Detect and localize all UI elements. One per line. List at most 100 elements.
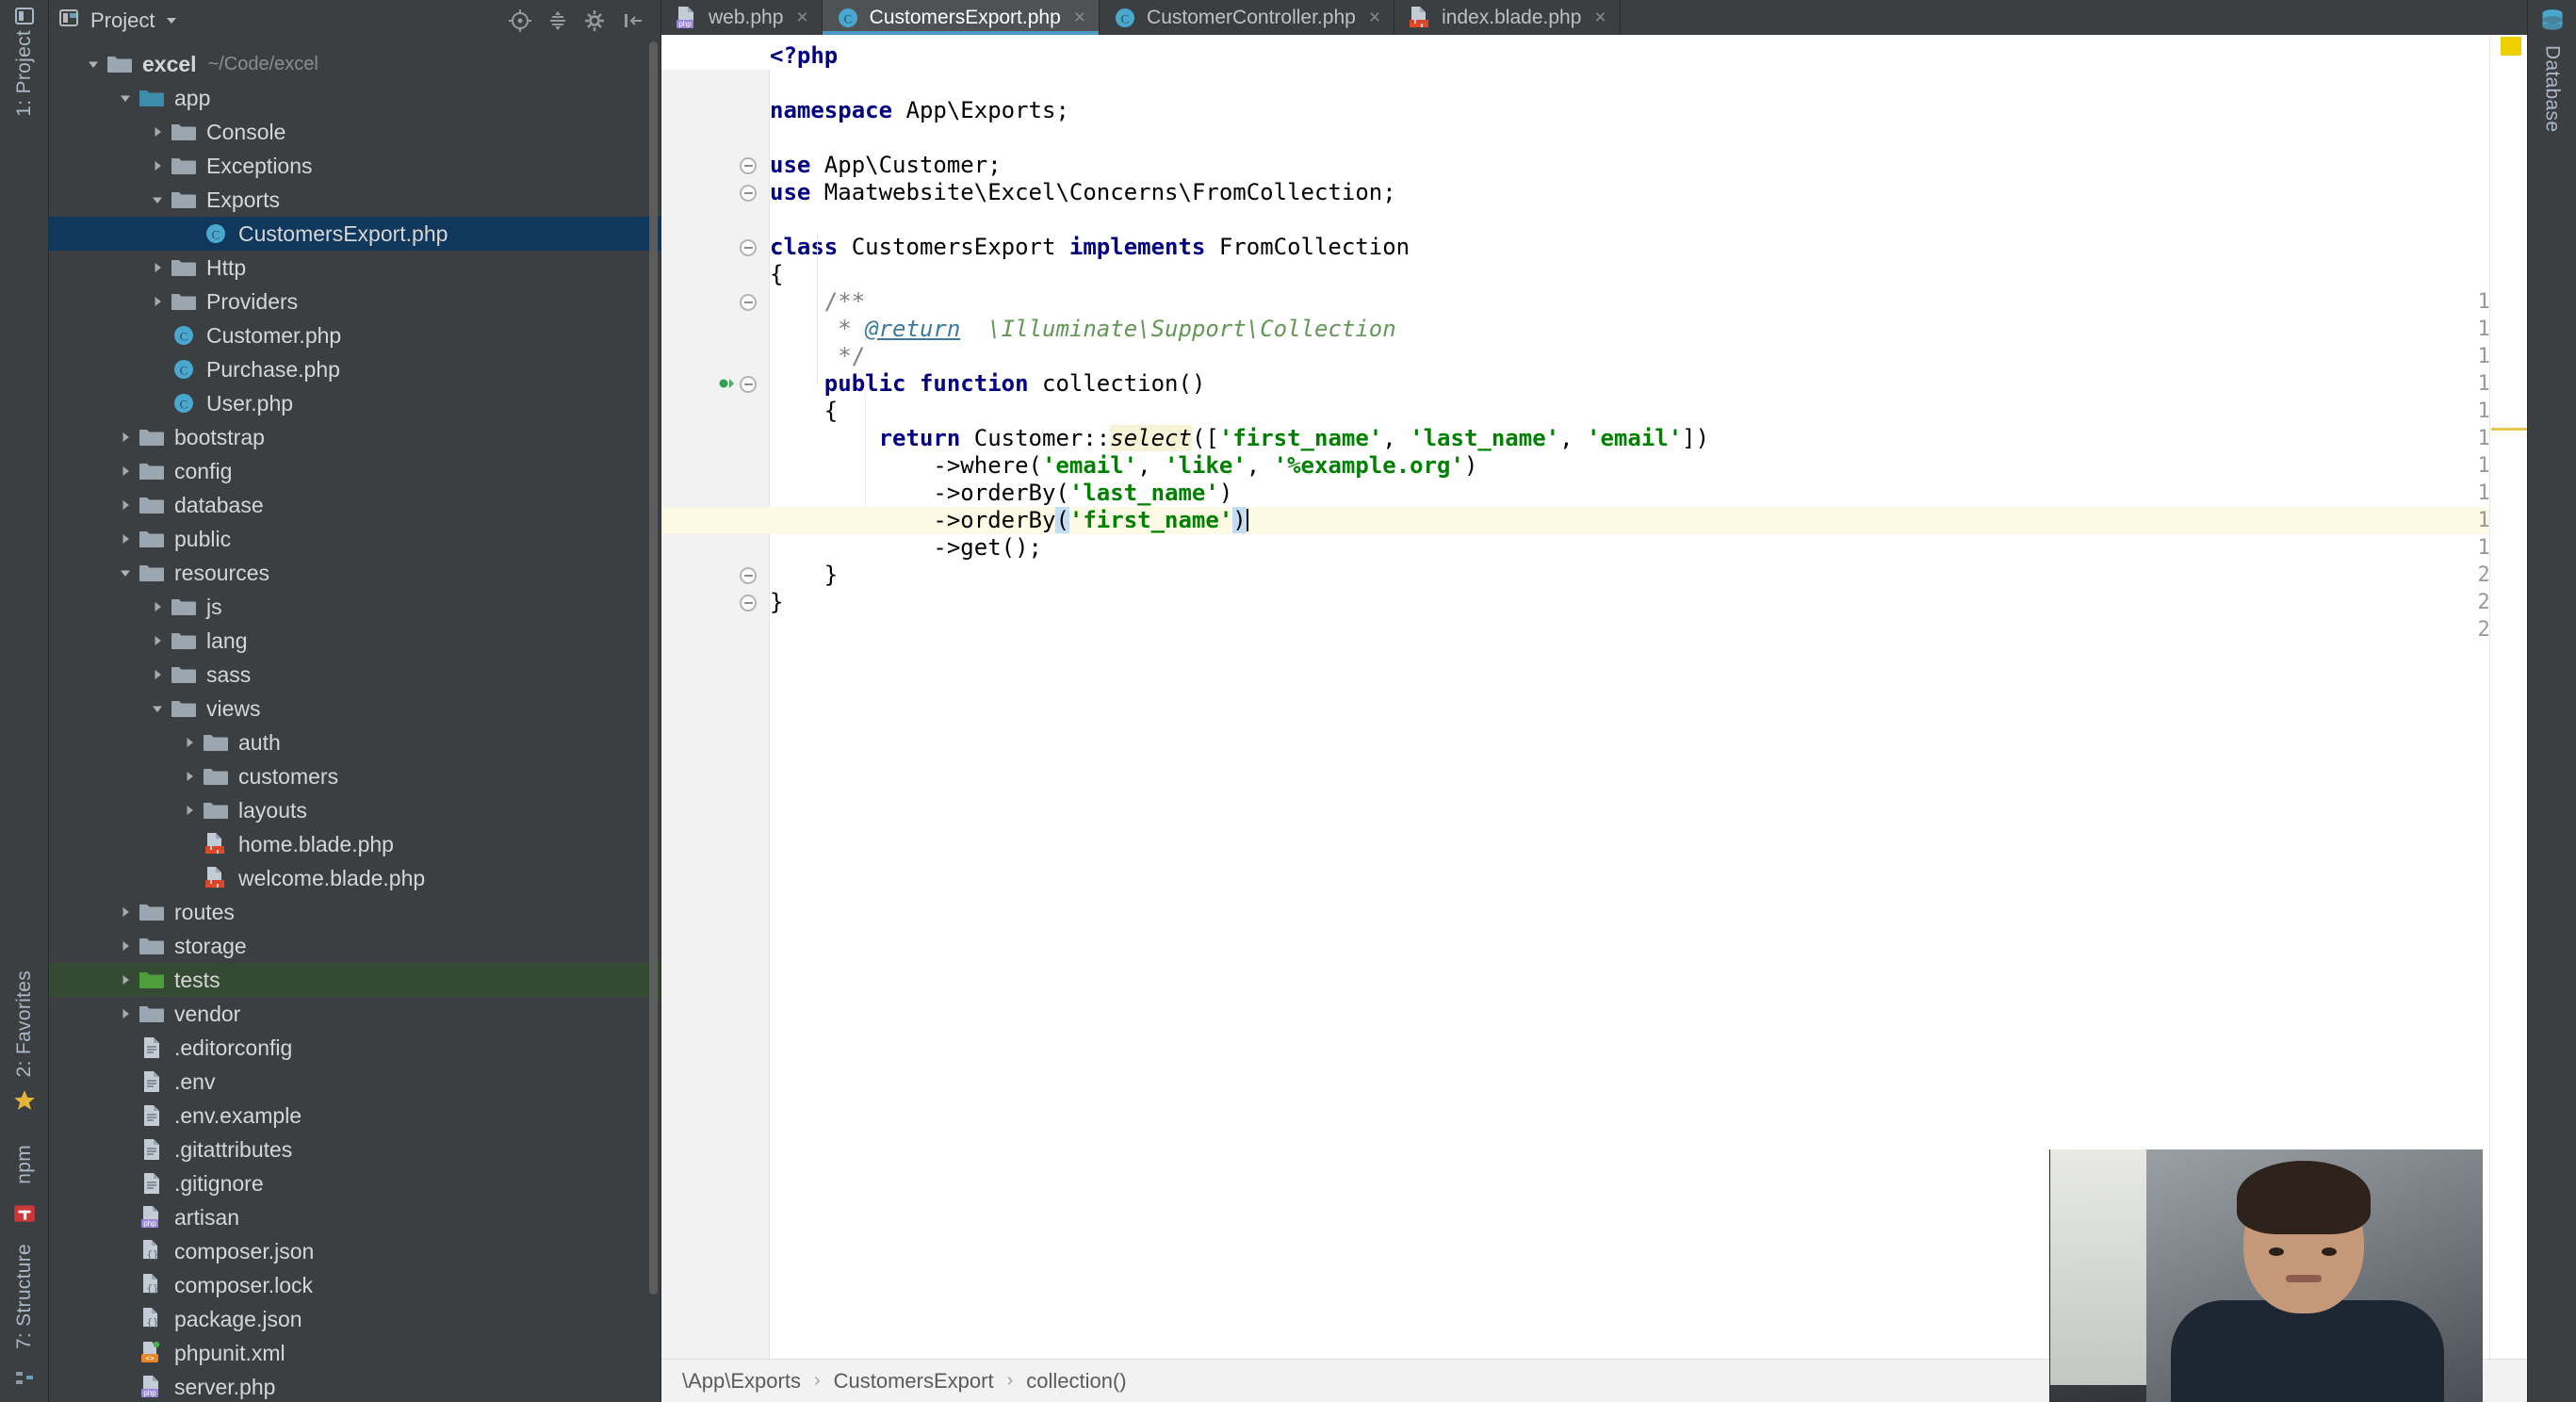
locate-icon[interactable] (508, 8, 532, 33)
tree-item-app[interactable]: app (49, 81, 660, 115)
code-line[interactable]: ->get(); (770, 534, 2527, 562)
tree-item-excel[interactable]: excel ~/Code/excel (49, 47, 660, 81)
chevron-right-icon[interactable] (145, 633, 170, 648)
tree-item-auth[interactable]: auth (49, 725, 660, 759)
tree-item-composer-lock[interactable]: {} composer.lock (49, 1268, 660, 1302)
fold-toggle-icon[interactable] (735, 589, 761, 616)
code-line[interactable]: { (770, 261, 2527, 288)
tree-item-console[interactable]: Console (49, 115, 660, 149)
tree-item-env[interactable]: .env (49, 1065, 660, 1099)
code-line[interactable]: } (770, 562, 2527, 589)
breadcrumb-item[interactable]: collection() (1026, 1369, 1126, 1394)
tree-item-http[interactable]: Http (49, 251, 660, 285)
chevron-right-icon[interactable] (177, 769, 202, 784)
chevron-right-icon[interactable] (145, 124, 170, 139)
fold-toggle-icon[interactable] (735, 179, 761, 206)
code-line[interactable] (770, 70, 2527, 97)
close-icon[interactable]: × (796, 7, 807, 29)
gear-icon[interactable] (583, 8, 608, 33)
chevron-down-icon[interactable] (145, 701, 170, 716)
tree-item-routes[interactable]: routes (49, 895, 660, 929)
code-line[interactable]: public function collection() (770, 370, 2527, 398)
code-line[interactable]: <?php (770, 42, 2527, 70)
breadcrumb-item[interactable]: CustomersExport (834, 1369, 994, 1394)
inspection-stripe[interactable] (2489, 35, 2527, 1359)
tree-item-config[interactable]: config (49, 454, 660, 488)
editor-tab-index-blade-php[interactable]: index.blade.php × (1394, 0, 1621, 35)
close-icon[interactable]: × (1594, 7, 1606, 29)
chevron-right-icon[interactable] (177, 803, 202, 818)
tree-item-gitignore[interactable]: .gitignore (49, 1166, 660, 1200)
inspection-marker-caret[interactable] (2491, 428, 2527, 431)
tree-item-gitattributes[interactable]: .gitattributes (49, 1133, 660, 1166)
fold-toggle-icon[interactable] (735, 152, 761, 179)
editor-tab-bar[interactable]: php web.php × C CustomersExport.php × C Custome… (661, 0, 2527, 35)
tree-item-customer-php[interactable]: C Customer.php (49, 318, 660, 352)
code-line[interactable]: { (770, 398, 2527, 425)
tree-item-storage[interactable]: storage (49, 929, 660, 963)
tree-item-purchase-php[interactable]: C Purchase.php (49, 352, 660, 386)
line-number-gutter[interactable] (661, 70, 770, 1359)
project-file-tree[interactable]: excel ~/Code/excel app Console Exceptions Exp… (49, 41, 660, 1402)
tree-item-providers[interactable]: Providers (49, 285, 660, 318)
tree-item-public[interactable]: public (49, 522, 660, 556)
chevron-down-icon[interactable] (145, 192, 170, 207)
inspection-marker-warning[interactable] (2501, 37, 2521, 56)
tree-item-editorconfig[interactable]: .editorconfig (49, 1031, 660, 1065)
implementation-marker-icon[interactable] (718, 374, 737, 393)
code-line[interactable]: /** (770, 288, 2527, 316)
sidebar-item-favorites[interactable]: 2: Favorites (13, 970, 36, 1077)
tree-item-resources[interactable]: resources (49, 556, 660, 590)
chevron-right-icon[interactable] (113, 464, 138, 479)
sidebar-item-database[interactable]: Database (2541, 45, 2564, 132)
chevron-right-icon[interactable] (177, 735, 202, 750)
code-line[interactable] (770, 206, 2527, 234)
fold-toggle-icon[interactable] (735, 288, 761, 316)
code-line[interactable]: } (770, 589, 2527, 616)
chevron-right-icon[interactable] (145, 158, 170, 173)
chevron-down-icon[interactable] (113, 90, 138, 106)
collapse-all-icon[interactable] (546, 8, 570, 33)
tree-item-views[interactable]: views (49, 692, 660, 725)
chevron-down-icon[interactable] (113, 565, 138, 580)
chevron-down-icon[interactable] (164, 8, 179, 33)
sidebar-item-structure[interactable]: 7: Structure (13, 1244, 36, 1349)
sidebar-item-npm[interactable]: npm (13, 1145, 36, 1184)
tree-item-layouts[interactable]: layouts (49, 793, 660, 827)
tree-item-exceptions[interactable]: Exceptions (49, 149, 660, 183)
tree-item-bootstrap[interactable]: bootstrap (49, 420, 660, 454)
fold-toggle-icon[interactable] (735, 562, 761, 589)
close-icon[interactable]: × (1369, 7, 1380, 29)
code-line[interactable]: * @return \Illuminate\Support\Collection (770, 316, 2527, 343)
tree-item-lang[interactable]: lang (49, 624, 660, 658)
code-line[interactable]: namespace App\Exports; (770, 97, 2527, 124)
chevron-right-icon[interactable] (145, 599, 170, 614)
fold-toggle-icon[interactable] (735, 370, 761, 398)
tree-item-home-blade-php[interactable]: home.blade.php (49, 827, 660, 861)
code-line[interactable]: use Maatwebsite\Excel\Concerns\FromColle… (770, 179, 2527, 206)
code-line[interactable]: use App\Customer; (770, 152, 2527, 179)
code-line[interactable]: ->orderBy('first_name') (770, 507, 2527, 534)
tree-item-server-php[interactable]: php server.php (49, 1370, 660, 1402)
code-line[interactable]: ->orderBy('last_name') (770, 480, 2527, 507)
chevron-right-icon[interactable] (113, 531, 138, 546)
editor-tab-web-php[interactable]: php web.php × (661, 0, 823, 35)
chevron-right-icon[interactable] (145, 294, 170, 309)
breadcrumb-item[interactable]: \App\Exports (682, 1369, 801, 1394)
tree-item-vendor[interactable]: vendor (49, 997, 660, 1031)
sidebar-item-project[interactable]: 1: Project (13, 30, 36, 117)
code-line[interactable]: return Customer::select(['first_name', '… (770, 425, 2527, 452)
tree-item-env-example[interactable]: .env.example (49, 1099, 660, 1133)
tree-item-artisan[interactable]: php artisan (49, 1200, 660, 1234)
code-line[interactable]: ->where('email', 'like', '%example.org') (770, 452, 2527, 480)
editor-tab-customersexport-php[interactable]: C CustomersExport.php × (822, 0, 1101, 35)
code-line[interactable]: class CustomersExport implements FromCol… (770, 234, 2527, 261)
chevron-right-icon[interactable] (145, 667, 170, 682)
chevron-right-icon[interactable] (113, 972, 138, 987)
chevron-right-icon[interactable] (113, 905, 138, 920)
code-line[interactable] (770, 124, 2527, 152)
tree-item-customersexport-php[interactable]: C CustomersExport.php (49, 217, 660, 251)
tree-item-user-php[interactable]: C User.php (49, 386, 660, 420)
tree-item-phpunit-xml[interactable]: <> phpunit.xml (49, 1336, 660, 1370)
close-icon[interactable]: × (1074, 7, 1085, 29)
